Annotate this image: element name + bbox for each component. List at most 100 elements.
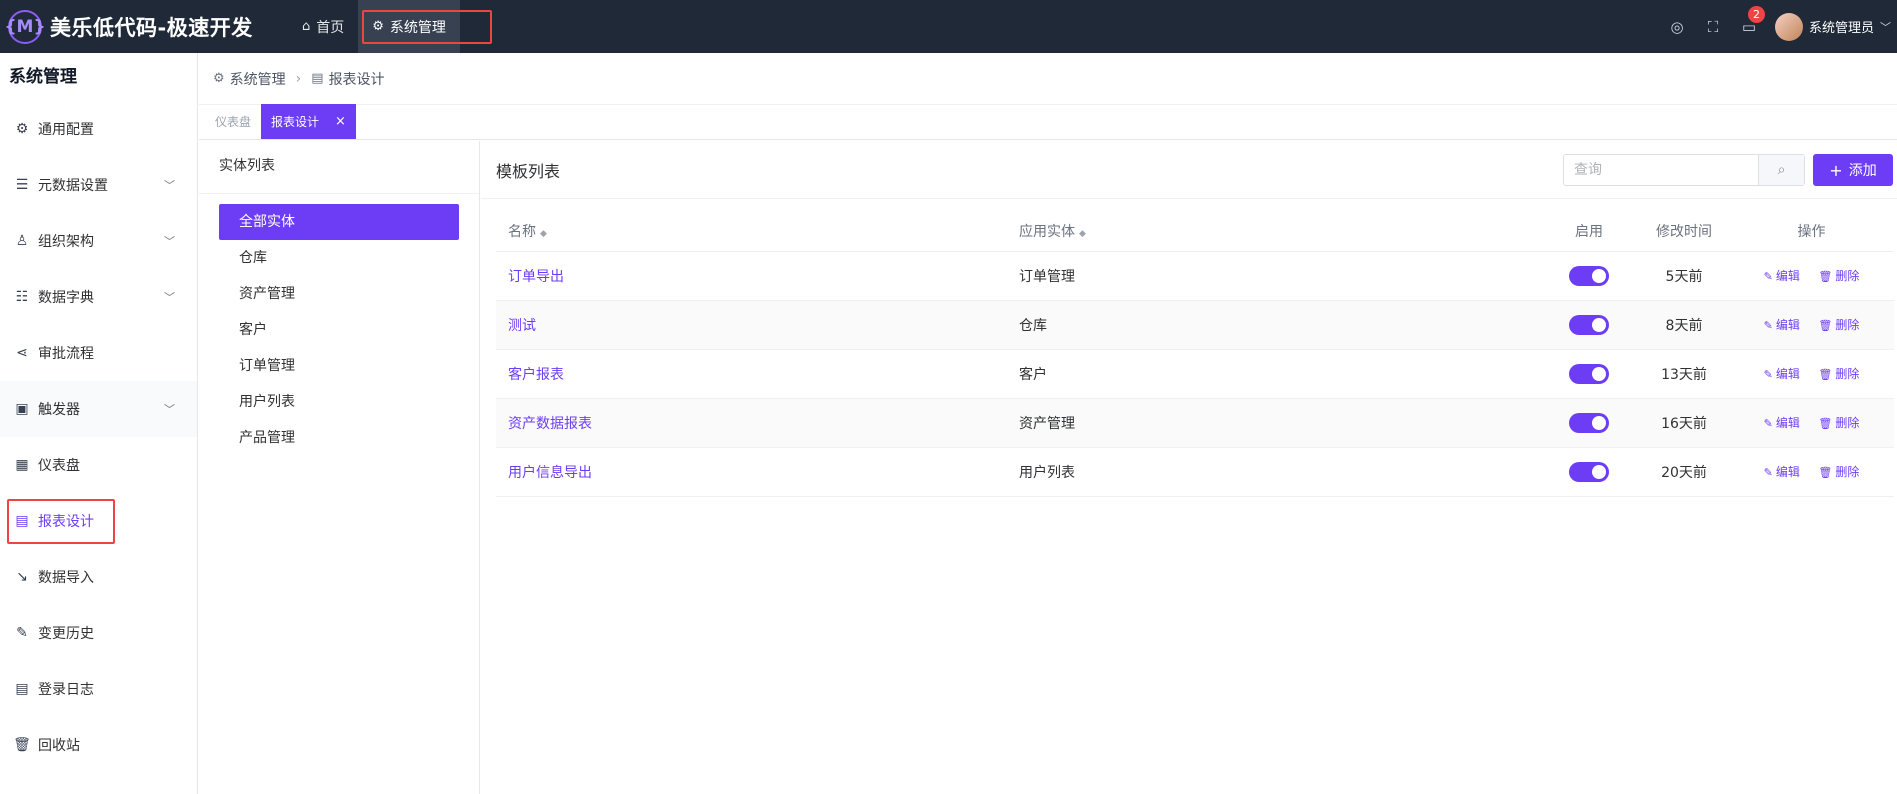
- breadcrumb-system[interactable]: 系统管理: [230, 69, 286, 89]
- modified-time: 20天前: [1639, 447, 1729, 497]
- sidebar-item-data-import[interactable]: ↘ 数据导入: [0, 549, 197, 605]
- tab-dashboard[interactable]: 仪表盘: [205, 104, 261, 139]
- table-row: 测试 仓库 8天前 ✎ 编辑 🗑 删除: [496, 300, 1894, 350]
- sidebar-item-report-design[interactable]: ▤ 报表设计: [0, 493, 197, 549]
- sidebar-item-login-log[interactable]: ▤ 登录日志: [0, 661, 197, 717]
- delete-label: 删除: [1835, 416, 1860, 430]
- edit-button[interactable]: ✎ 编辑: [1764, 416, 1800, 430]
- trash-icon: 🗑: [1818, 466, 1833, 479]
- column-entity-label: 应用实体: [1019, 223, 1075, 240]
- log-icon: ▤: [15, 681, 29, 697]
- template-list-panel: 模板列表 ⌕ + 添加 名称 ◆ 应用实体 ◆ 启用 修改时间 操作 订单导出 订单…: [481, 141, 1897, 794]
- sort-icon[interactable]: ◆: [540, 229, 547, 239]
- table-header-row: 名称 ◆ 应用实体 ◆ 启用 修改时间 操作: [496, 211, 1894, 252]
- column-header-ops: 操作: [1729, 211, 1894, 252]
- enabled-toggle[interactable]: [1569, 363, 1609, 384]
- edit-icon: ✎: [1763, 368, 1773, 381]
- database-icon: ☰: [15, 177, 29, 193]
- fullscreen-icon[interactable]: ⛶: [1695, 18, 1731, 36]
- chevron-down-icon[interactable]: ﹀: [1880, 19, 1891, 35]
- template-list-title: 模板列表: [496, 161, 561, 181]
- template-entity: 订单管理: [1019, 251, 1539, 301]
- topnav-system-management[interactable]: ⚙ 系统管理: [358, 0, 460, 53]
- delete-label: 删除: [1835, 318, 1860, 332]
- top-right-toolbar: ◎ ⛶ ▭ 2 系统管理员 ﹀: [1659, 0, 1897, 53]
- modified-time: 5天前: [1639, 251, 1729, 301]
- entity-panel: 实体列表 全部实体 仓库 资产管理 客户 订单管理 用户列表 产品管理: [199, 141, 480, 794]
- delete-button[interactable]: 🗑 删除: [1818, 367, 1859, 381]
- sidebar: 系统管理 ⚙ 通用配置 ☰ 元数据设置 ﹀ ♙ 组织架构 ﹀ ☷ 数据字典 ﹀ …: [0, 53, 198, 794]
- search-input[interactable]: [1564, 155, 1758, 185]
- delete-button[interactable]: 🗑 删除: [1818, 269, 1859, 283]
- edit-button[interactable]: ✎ 编辑: [1764, 367, 1800, 381]
- sort-icon[interactable]: ◆: [1079, 229, 1086, 239]
- template-name-link[interactable]: 测试: [508, 318, 536, 334]
- delete-button[interactable]: 🗑 删除: [1818, 318, 1859, 332]
- template-entity: 仓库: [1019, 300, 1539, 350]
- sidebar-item-general-config[interactable]: ⚙ 通用配置: [0, 101, 197, 157]
- chat-bubbles-icon[interactable]: ◎: [1659, 18, 1695, 36]
- sidebar-item-metadata[interactable]: ☰ 元数据设置 ﹀: [0, 157, 197, 213]
- notification-badge: 2: [1747, 5, 1765, 23]
- sidebar-item-label: 审批流程: [38, 346, 94, 362]
- logo-mark: {M}: [4, 9, 46, 44]
- enabled-toggle[interactable]: [1569, 265, 1609, 286]
- edit-icon: ✎: [1763, 270, 1773, 283]
- entity-item[interactable]: 用户列表: [219, 384, 459, 420]
- delete-button[interactable]: 🗑 删除: [1818, 465, 1859, 479]
- template-name-link[interactable]: 用户信息导出: [508, 465, 592, 481]
- delete-label: 删除: [1835, 367, 1860, 381]
- sidebar-item-label: 仪表盘: [38, 458, 80, 474]
- gear-icon: ⚙: [15, 121, 29, 137]
- sidebar-item-triggers[interactable]: ▣ 触发器 ﹀: [0, 381, 197, 437]
- entity-item[interactable]: 仓库: [219, 240, 459, 276]
- modified-time: 16天前: [1639, 398, 1729, 448]
- add-button[interactable]: + 添加: [1813, 154, 1893, 186]
- enabled-toggle[interactable]: [1569, 412, 1609, 433]
- chevron-down-icon: ﹀: [164, 235, 175, 248]
- enabled-toggle[interactable]: [1569, 314, 1609, 335]
- username[interactable]: 系统管理员: [1809, 17, 1874, 36]
- sidebar-item-organization[interactable]: ♙ 组织架构 ﹀: [0, 213, 197, 269]
- report-icon: ▤: [311, 71, 324, 86]
- entity-item[interactable]: 客户: [219, 312, 459, 348]
- sidebar-item-label: 变更历史: [38, 626, 94, 642]
- sidebar-item-label: 报表设计: [38, 514, 94, 530]
- edit-button[interactable]: ✎ 编辑: [1764, 465, 1800, 479]
- topnav-system-label: 系统管理: [389, 19, 446, 36]
- modified-time: 13天前: [1639, 349, 1729, 399]
- entity-item[interactable]: 资产管理: [219, 276, 459, 312]
- template-name-link[interactable]: 客户报表: [508, 367, 564, 383]
- close-icon[interactable]: ×: [335, 114, 346, 129]
- search-icon[interactable]: ⌕: [1758, 155, 1804, 185]
- column-header-name[interactable]: 名称 ◆: [496, 211, 1019, 252]
- search-box: ⌕: [1563, 154, 1805, 186]
- sidebar-item-dictionary[interactable]: ☷ 数据字典 ﹀: [0, 269, 197, 325]
- top-bar: {M} 美乐低代码-极速开发 ⌂ 首页 ⚙ 系统管理 ◎ ⛶ ▭ 2 系统管理员 …: [0, 0, 1897, 53]
- chevron-down-icon: ﹀: [164, 403, 175, 416]
- share-icon: ⋖: [16, 345, 28, 361]
- delete-button[interactable]: 🗑 删除: [1818, 416, 1859, 430]
- edit-button[interactable]: ✎ 编辑: [1764, 318, 1800, 332]
- grid-icon: ▦: [15, 457, 29, 473]
- sidebar-item-recycle-bin[interactable]: 🗑 回收站: [0, 717, 197, 773]
- topnav-home[interactable]: ⌂ 首页: [288, 0, 358, 53]
- sidebar-item-dashboard[interactable]: ▦ 仪表盘: [0, 437, 197, 493]
- edit-button[interactable]: ✎ 编辑: [1764, 269, 1800, 283]
- edit-icon: ✎: [16, 625, 28, 641]
- modified-time: 8天前: [1639, 300, 1729, 350]
- enabled-toggle[interactable]: [1569, 461, 1609, 482]
- table-row: 资产数据报表 资产管理 16天前 ✎ 编辑 🗑 删除: [496, 398, 1894, 448]
- app-logo[interactable]: {M} 美乐低代码-极速开发: [0, 9, 280, 44]
- entity-item[interactable]: 订单管理: [219, 348, 459, 384]
- sidebar-item-change-history[interactable]: ✎ 变更历史: [0, 605, 197, 661]
- tab-report-design[interactable]: 报表设计 ×: [261, 104, 356, 139]
- avatar[interactable]: [1774, 12, 1803, 41]
- entity-item-all[interactable]: 全部实体: [219, 204, 459, 240]
- sidebar-item-approval-flow[interactable]: ⋖ 审批流程: [0, 325, 197, 381]
- entity-item[interactable]: 产品管理: [219, 420, 459, 456]
- column-header-entity[interactable]: 应用实体 ◆: [1019, 211, 1539, 252]
- message-icon[interactable]: ▭ 2: [1731, 5, 1767, 36]
- template-name-link[interactable]: 资产数据报表: [508, 416, 592, 432]
- template-name-link[interactable]: 订单导出: [508, 269, 564, 285]
